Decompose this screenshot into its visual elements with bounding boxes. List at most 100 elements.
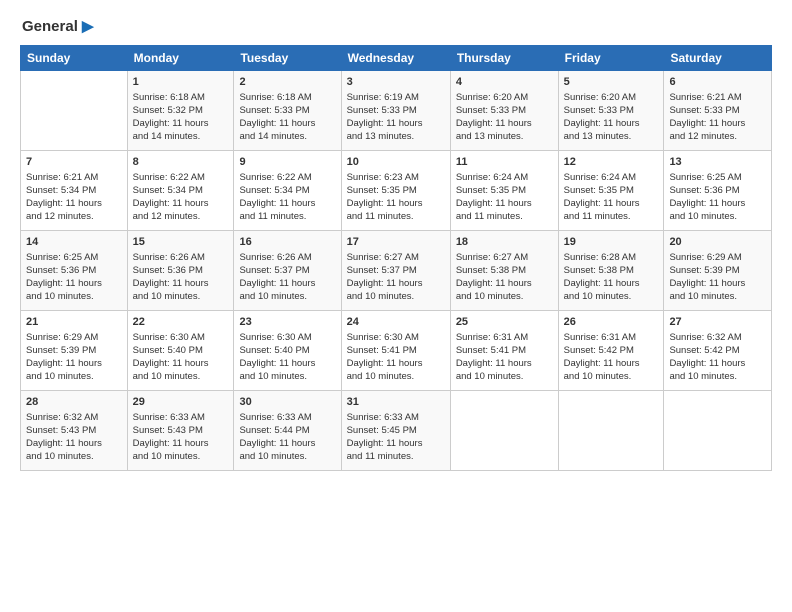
day-info: Sunset: 5:35 PM: [347, 185, 445, 198]
day-info: Sunset: 5:32 PM: [133, 105, 229, 118]
day-info: Sunset: 5:33 PM: [669, 105, 766, 118]
day-info: Daylight: 11 hours: [669, 358, 766, 371]
header: General Blue General ▶: [20, 18, 772, 35]
calendar-cell: 9Sunrise: 6:22 AMSunset: 5:34 PMDaylight…: [234, 151, 341, 231]
day-info: and 10 minutes.: [133, 371, 229, 384]
day-info: and 10 minutes.: [456, 291, 553, 304]
calendar-cell: 13Sunrise: 6:25 AMSunset: 5:36 PMDayligh…: [664, 151, 772, 231]
week-row-2: 7Sunrise: 6:21 AMSunset: 5:34 PMDaylight…: [21, 151, 772, 231]
day-number: 22: [133, 315, 229, 330]
day-info: Sunrise: 6:29 AM: [669, 252, 766, 265]
calendar-cell: 18Sunrise: 6:27 AMSunset: 5:38 PMDayligh…: [450, 231, 558, 311]
day-info: and 10 minutes.: [669, 211, 766, 224]
day-info: Daylight: 11 hours: [456, 118, 553, 131]
day-info: Sunrise: 6:28 AM: [564, 252, 659, 265]
day-number: 26: [564, 315, 659, 330]
day-number: 25: [456, 315, 553, 330]
day-number: 21: [26, 315, 122, 330]
day-info: Daylight: 11 hours: [456, 198, 553, 211]
calendar-cell: 20Sunrise: 6:29 AMSunset: 5:39 PMDayligh…: [664, 231, 772, 311]
day-info: Daylight: 11 hours: [456, 278, 553, 291]
day-number: 12: [564, 155, 659, 170]
day-info: and 10 minutes.: [133, 291, 229, 304]
weekday-row: SundayMondayTuesdayWednesdayThursdayFrid…: [21, 46, 772, 71]
day-info: Sunrise: 6:21 AM: [669, 92, 766, 105]
calendar-cell: 29Sunrise: 6:33 AMSunset: 5:43 PMDayligh…: [127, 391, 234, 471]
day-info: Sunset: 5:33 PM: [456, 105, 553, 118]
day-info: Sunrise: 6:26 AM: [239, 252, 335, 265]
day-info: Sunrise: 6:30 AM: [133, 332, 229, 345]
day-info: Daylight: 11 hours: [133, 278, 229, 291]
calendar-cell: 14Sunrise: 6:25 AMSunset: 5:36 PMDayligh…: [21, 231, 128, 311]
day-info: Sunrise: 6:30 AM: [347, 332, 445, 345]
day-info: Sunrise: 6:24 AM: [564, 172, 659, 185]
day-info: Sunset: 5:34 PM: [239, 185, 335, 198]
day-info: Daylight: 11 hours: [347, 118, 445, 131]
day-info: and 10 minutes.: [239, 451, 335, 464]
day-info: Daylight: 11 hours: [669, 118, 766, 131]
day-number: 29: [133, 395, 229, 410]
day-number: 5: [564, 75, 659, 90]
day-info: Daylight: 11 hours: [26, 198, 122, 211]
calendar-cell: 23Sunrise: 6:30 AMSunset: 5:40 PMDayligh…: [234, 311, 341, 391]
day-info: and 10 minutes.: [26, 371, 122, 384]
day-info: Sunrise: 6:23 AM: [347, 172, 445, 185]
day-info: Sunset: 5:34 PM: [26, 185, 122, 198]
day-info: and 10 minutes.: [347, 371, 445, 384]
day-info: Sunset: 5:43 PM: [26, 425, 122, 438]
day-info: Sunrise: 6:18 AM: [133, 92, 229, 105]
day-info: and 10 minutes.: [564, 291, 659, 304]
calendar-cell: [558, 391, 664, 471]
calendar-cell: 25Sunrise: 6:31 AMSunset: 5:41 PMDayligh…: [450, 311, 558, 391]
day-info: Sunrise: 6:32 AM: [26, 412, 122, 425]
day-number: 4: [456, 75, 553, 90]
day-info: Sunrise: 6:27 AM: [347, 252, 445, 265]
day-info: Sunrise: 6:33 AM: [347, 412, 445, 425]
day-info: Sunset: 5:33 PM: [564, 105, 659, 118]
calendar-page: General Blue General ▶ SundayMondayTuesd…: [0, 0, 792, 612]
day-info: Daylight: 11 hours: [239, 278, 335, 291]
day-info: Sunset: 5:37 PM: [239, 265, 335, 278]
week-row-3: 14Sunrise: 6:25 AMSunset: 5:36 PMDayligh…: [21, 231, 772, 311]
day-info: Sunset: 5:33 PM: [347, 105, 445, 118]
day-info: and 12 minutes.: [133, 211, 229, 224]
day-number: 31: [347, 395, 445, 410]
day-info: Sunrise: 6:33 AM: [133, 412, 229, 425]
day-info: Sunset: 5:44 PM: [239, 425, 335, 438]
day-info: and 10 minutes.: [347, 291, 445, 304]
calendar-cell: 6 Sunrise: 6:21 AMSunset: 5:33 PMDaylight…: [664, 71, 772, 151]
calendar-cell: [450, 391, 558, 471]
day-info: Sunrise: 6:22 AM: [239, 172, 335, 185]
day-info: and 10 minutes.: [564, 371, 659, 384]
calendar-cell: 11Sunrise: 6:24 AMSunset: 5:35 PMDayligh…: [450, 151, 558, 231]
day-info: and 10 minutes.: [456, 371, 553, 384]
day-info: Sunrise: 6:18 AM: [239, 92, 335, 105]
weekday-header-monday: Monday: [127, 46, 234, 71]
calendar-cell: 15Sunrise: 6:26 AMSunset: 5:36 PMDayligh…: [127, 231, 234, 311]
day-info: Sunrise: 6:31 AM: [456, 332, 553, 345]
day-info: and 12 minutes.: [669, 131, 766, 144]
calendar-cell: 28Sunrise: 6:32 AMSunset: 5:43 PMDayligh…: [21, 391, 128, 471]
day-info: Sunrise: 6:29 AM: [26, 332, 122, 345]
day-number: 2: [239, 75, 335, 90]
day-info: Sunrise: 6:25 AM: [26, 252, 122, 265]
day-info: Sunset: 5:42 PM: [564, 345, 659, 358]
calendar-cell: 24Sunrise: 6:30 AMSunset: 5:41 PMDayligh…: [341, 311, 450, 391]
day-info: Daylight: 11 hours: [239, 438, 335, 451]
day-info: Sunset: 5:38 PM: [564, 265, 659, 278]
day-info: and 10 minutes.: [239, 291, 335, 304]
day-number: 20: [669, 235, 766, 250]
day-info: Daylight: 11 hours: [564, 118, 659, 131]
calendar-cell: 3Sunrise: 6:19 AMSunset: 5:33 PMDaylight…: [341, 71, 450, 151]
day-info: Daylight: 11 hours: [26, 358, 122, 371]
day-info: Daylight: 11 hours: [133, 198, 229, 211]
day-info: Sunrise: 6:26 AM: [133, 252, 229, 265]
day-info: Daylight: 11 hours: [564, 198, 659, 211]
day-number: 6: [669, 75, 766, 90]
day-info: Sunset: 5:41 PM: [456, 345, 553, 358]
day-info: and 10 minutes.: [133, 451, 229, 464]
day-info: and 12 minutes.: [26, 211, 122, 224]
day-info: Sunset: 5:36 PM: [26, 265, 122, 278]
day-info: Sunset: 5:39 PM: [26, 345, 122, 358]
day-info: and 14 minutes.: [133, 131, 229, 144]
